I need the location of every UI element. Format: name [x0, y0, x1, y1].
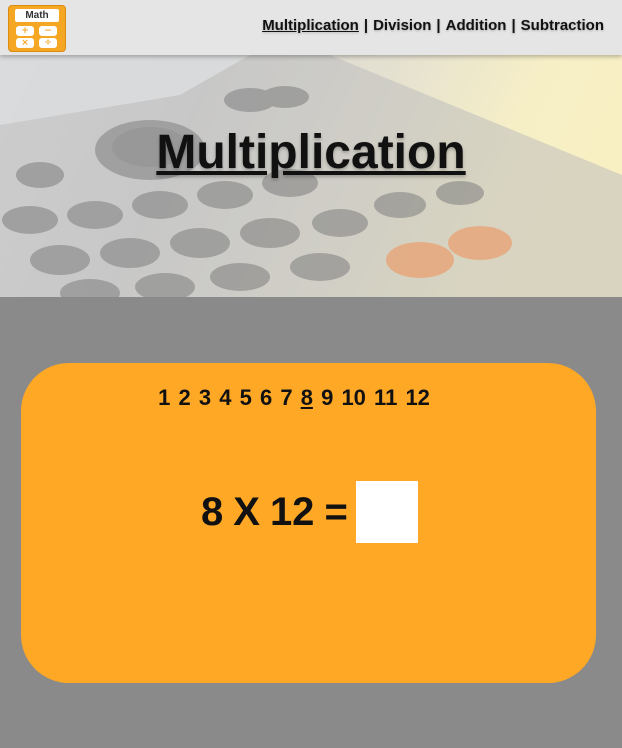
main-nav: Multiplication | Division | Addition | Subtrac… [262, 17, 604, 34]
number-selector: 1 2 3 4 5 6 7 8 9 10 11 12 [21, 385, 567, 411]
page: Math + − × ÷ Multiplication | Division | Add… [0, 0, 622, 748]
minus-key-icon: − [39, 26, 57, 36]
number-option-12[interactable]: 12 [405, 385, 429, 411]
nav-link-division[interactable]: Division [373, 17, 431, 34]
page-title: Multiplication [156, 126, 466, 179]
nav-separator: | [436, 17, 441, 34]
logo-title-plate: Math [15, 9, 59, 22]
times-key-icon: × [16, 38, 34, 48]
answer-input[interactable] [355, 481, 418, 543]
hero-banner: Multiplication [0, 55, 622, 297]
nav-separator: | [363, 17, 369, 34]
number-option-4[interactable]: 4 [219, 385, 231, 411]
equation: 8 X 12 = [201, 481, 418, 543]
number-option-8[interactable]: 8 [301, 385, 313, 411]
nav-link-multiplication[interactable]: Multiplication [262, 17, 359, 34]
divide-key-icon: ÷ [39, 38, 57, 48]
number-option-10[interactable]: 10 [341, 385, 365, 411]
top-bar: Math + − × ÷ Multiplication | Division | Add… [0, 0, 622, 55]
plus-key-icon: + [16, 26, 34, 36]
equals-sign: = [324, 489, 348, 534]
number-option-5[interactable]: 5 [240, 385, 252, 411]
logo-title: Math [25, 10, 49, 21]
nav-link-addition[interactable]: Addition [446, 17, 507, 34]
number-option-1[interactable]: 1 [158, 385, 170, 411]
number-option-3[interactable]: 3 [199, 385, 211, 411]
number-option-11[interactable]: 11 [374, 385, 397, 411]
nav-link-subtraction[interactable]: Subtraction [521, 17, 604, 34]
left-operand: 8 [201, 489, 224, 534]
number-option-2[interactable]: 2 [178, 385, 190, 411]
nav-separator: | [511, 17, 516, 34]
operator-symbol: X [233, 489, 260, 534]
right-operand: 12 [269, 489, 315, 534]
number-option-6[interactable]: 6 [260, 385, 272, 411]
math-logo[interactable]: Math + − × ÷ [8, 5, 66, 52]
practice-card: 1 2 3 4 5 6 7 8 9 10 11 12 8 X 12 = [21, 363, 596, 683]
number-option-9[interactable]: 9 [321, 385, 333, 411]
number-option-7[interactable]: 7 [280, 385, 292, 411]
